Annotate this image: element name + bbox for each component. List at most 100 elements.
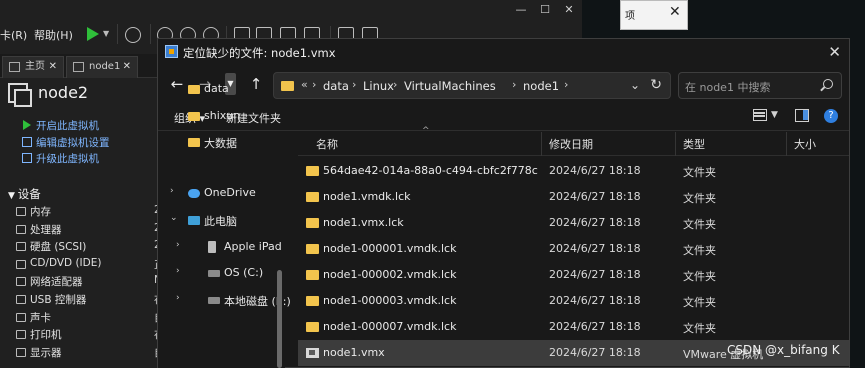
snapshot-icon[interactable] [125,27,141,43]
close-icon[interactable]: ✕ [558,2,580,18]
chevron-right-icon[interactable]: › [170,186,174,196]
file-type: 文件夹 [683,244,716,257]
power-on-link[interactable]: 开启此虚拟机 [22,118,99,134]
path-overflow-icon[interactable]: « [301,78,308,91]
up-arrow-icon[interactable]: ↑ [247,75,265,93]
column-header-date[interactable]: 修改日期 [549,136,593,152]
breadcrumb-virtualmachines[interactable]: VirtualMachines [404,79,496,93]
file-row[interactable]: 564dae42-014a-88a0-c494-cbfc2f778c33.v..… [298,158,849,184]
device-label: 硬盘 (SCSI) [30,241,87,254]
device-label: 打印机 [30,329,62,342]
device-item[interactable]: 处理器 [16,222,62,239]
search-icon[interactable] [823,79,833,89]
file-date: 2024/6/27 18:18 [549,294,641,307]
chevron-right-icon[interactable]: › [176,293,180,303]
device-icon [16,330,26,340]
file-date: 2024/6/27 18:18 [549,216,641,229]
device-label: 显示器 [30,346,62,359]
device-item[interactable]: 声卡 [16,310,51,327]
watermark: CSDN @x_bifang K [727,343,840,357]
address-dropdown-icon[interactable]: ⌄ [630,78,640,92]
device-item[interactable]: 显示器 [16,345,62,362]
file-list-header: ^ 名称 修改日期 类型 大小 [298,126,849,156]
preview-pane-icon[interactable] [795,109,809,122]
chevron-right-icon: › [352,78,357,91]
device-icon [16,259,26,269]
chevron-down-icon[interactable]: ⌄ [170,213,178,223]
tab-close-icon[interactable]: ✕ [123,57,131,77]
column-header-type[interactable]: 类型 [683,136,705,152]
refresh-icon[interactable]: ↻ [650,77,662,93]
locate-file-dialog: 定位缺少的文件: node1.vmx ✕ ← → ▼ ↑ « › data › … [157,38,850,368]
folder-icon [306,270,319,280]
menu-item-card[interactable]: 卡(R) [0,27,27,43]
tab-home[interactable]: 主页 ✕ [2,56,64,78]
nav-item-label: 大数据 [204,137,237,150]
play-dropdown-icon[interactable]: ▼ [103,29,109,38]
upgrade-vm-link[interactable]: 升级此虚拟机 [22,151,99,167]
device-item[interactable]: CD/DVD (IDE) [16,257,101,274]
action-label: 升级此虚拟机 [36,153,99,165]
device-item[interactable]: 打印机 [16,327,62,344]
file-row[interactable]: node1-000007.vmdk.lck 2024/6/27 18:18 文件夹 [298,314,849,340]
drive-icon [208,297,220,304]
address-bar[interactable]: « › data › Linux › VirtualMachines › nod… [273,72,671,99]
folder-icon [306,244,319,254]
device-icon [16,277,26,287]
file-row[interactable]: node1-000002.vmdk.lck 2024/6/27 18:18 文件夹 [298,262,849,288]
back-arrow-icon[interactable]: ← [168,75,186,93]
file-name: 564dae42-014a-88a0-c494-cbfc2f778c33.v..… [323,164,538,177]
chevron-right-icon: › [312,78,317,91]
folder-icon [306,166,319,176]
column-divider[interactable] [541,132,542,156]
column-header-size[interactable]: 大小 [794,136,816,152]
dialog-titlebar: 定位缺少的文件: node1.vmx ✕ [158,39,849,65]
file-date: 2024/6/27 18:18 [549,242,641,255]
vmware-app-icon [165,45,178,58]
tab-close-icon[interactable]: ✕ [49,57,57,77]
edit-settings-link[interactable]: 编辑虚拟机设置 [22,135,110,151]
vm-icon [8,83,32,107]
file-row[interactable]: node1.vmx.lck 2024/6/27 18:18 文件夹 [298,210,849,236]
close-icon[interactable]: ✕ [828,43,841,61]
play-icon[interactable] [86,27,100,41]
file-row[interactable]: node1-000001.vmdk.lck 2024/6/27 18:18 文件夹 [298,236,849,262]
devices-section-header[interactable]: ▼ 设备 [8,186,41,202]
chevron-right-icon[interactable]: › [176,266,180,276]
breadcrumb-node1[interactable]: node1 [523,79,559,93]
folder-icon [188,138,200,147]
minimize-icon[interactable]: — [510,2,532,18]
file-row[interactable]: node1.vmdk.lck 2024/6/27 18:18 文件夹 [298,184,849,210]
menu-item-help[interactable]: 帮助(H) [34,27,73,43]
collapse-icon: ▼ [8,191,18,201]
column-divider[interactable] [786,132,787,156]
chevron-right-icon: › [393,78,398,91]
search-input[interactable]: 在 node1 中搜索 [678,72,842,99]
tab-node1[interactable]: node1 ✕ [66,56,138,78]
tab-label: 主页 [25,61,45,72]
vmware-titlebar: — ☐ ✕ [0,0,582,20]
maximize-icon[interactable]: ☐ [534,2,556,18]
tablet-icon [208,241,216,253]
device-label: 网络适配器 [30,276,83,289]
breadcrumb-data[interactable]: data [323,79,349,93]
popup-close-icon[interactable]: ✕ [669,4,681,20]
help-icon[interactable]: ? [824,109,838,123]
drive-icon [208,270,220,277]
navigation-bar: ← → ▼ ↑ « › data › Linux › VirtualMachin… [158,69,849,101]
file-name: node1-000003.vmdk.lck [323,294,457,307]
device-item[interactable]: 硬盘 (SCSI) [16,239,86,256]
vm-header: node2 [0,80,160,108]
file-row[interactable]: node1-000003.vmdk.lck 2024/6/27 18:18 文件夹 [298,288,849,314]
view-dropdown-icon[interactable]: ▼ [771,110,778,120]
chevron-right-icon[interactable]: › [176,240,180,250]
device-item[interactable]: 网络适配器 [16,274,83,291]
column-header-name[interactable]: 名称 [316,136,338,152]
device-item[interactable]: USB 控制器 [16,292,86,309]
view-options-icon[interactable] [753,109,767,121]
breadcrumb-linux[interactable]: Linux [363,79,394,93]
column-divider[interactable] [675,132,676,156]
device-item[interactable]: 内存 [16,204,51,221]
nav-pane-scrollbar[interactable] [277,270,282,368]
cloud-icon [188,189,200,198]
